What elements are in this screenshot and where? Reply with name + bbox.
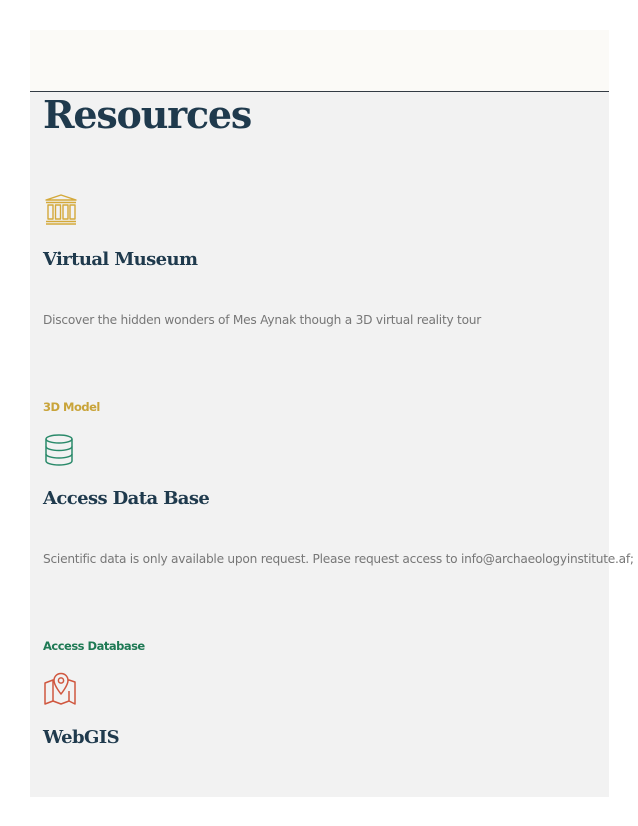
database-icon xyxy=(43,432,79,468)
museum-icon xyxy=(43,192,79,228)
access-database-link[interactable]: Access Database xyxy=(43,639,145,653)
access-database-description: Scientific data is only available upon r… xyxy=(43,552,634,566)
virtual-museum-description: Discover the hidden wonders of Mes Aynak… xyxy=(43,313,482,327)
top-band xyxy=(30,30,609,92)
virtual-museum-title: Virtual Museum xyxy=(43,249,198,270)
webgis-title: WebGIS xyxy=(43,727,120,748)
page-frame: Resources Virtual Museum Discover the hi… xyxy=(30,30,634,797)
access-database-title: Access Data Base xyxy=(43,488,210,509)
map-pin-icon xyxy=(43,671,79,707)
3d-model-link[interactable]: 3D Model xyxy=(43,400,100,414)
page-title: Resources xyxy=(43,92,252,137)
